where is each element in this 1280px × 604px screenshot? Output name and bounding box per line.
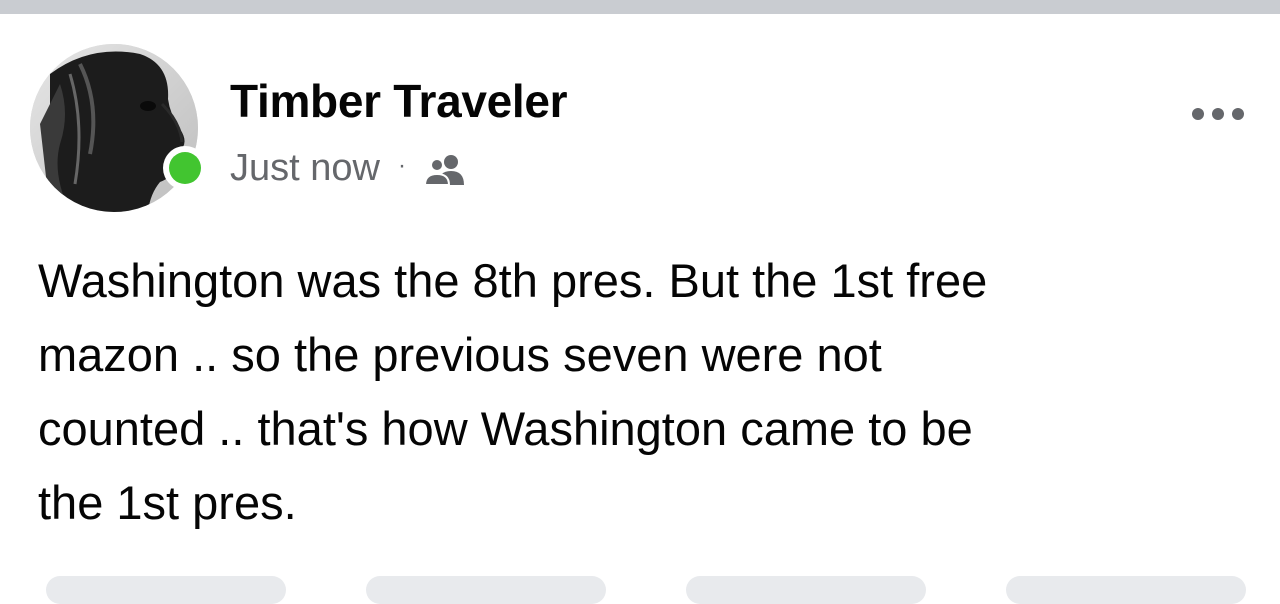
post-meta: Just now · [230,146,470,190]
post-card: Timber Traveler Just now · Washington wa… [0,14,1280,604]
friends-group-icon[interactable] [423,153,470,187]
action-pill[interactable] [1006,576,1246,604]
action-pill[interactable] [686,576,926,604]
action-pill[interactable] [366,576,606,604]
meta-separator: · [397,152,406,179]
more-dots-icon [1192,108,1204,120]
more-options-button[interactable] [1180,94,1256,134]
reaction-bar-preview [0,566,1280,604]
post-text-line: the 1st pres. [38,476,297,529]
author-name[interactable]: Timber Traveler [230,74,568,128]
post-text-line: mazon .. so the previous seven were not [38,328,882,381]
post-text-line: counted .. that's how Washington came to… [38,402,973,455]
post-timestamp[interactable]: Just now [230,147,380,190]
post-text-line: Washington was the 8th pres. But the 1st… [38,254,988,307]
more-dots-icon [1232,108,1244,120]
post-body-text: Washington was the 8th pres. But the 1st… [38,244,1238,540]
action-pill[interactable] [46,576,286,604]
online-status-indicator [163,146,207,190]
top-divider [0,0,1280,14]
more-dots-icon [1212,108,1224,120]
